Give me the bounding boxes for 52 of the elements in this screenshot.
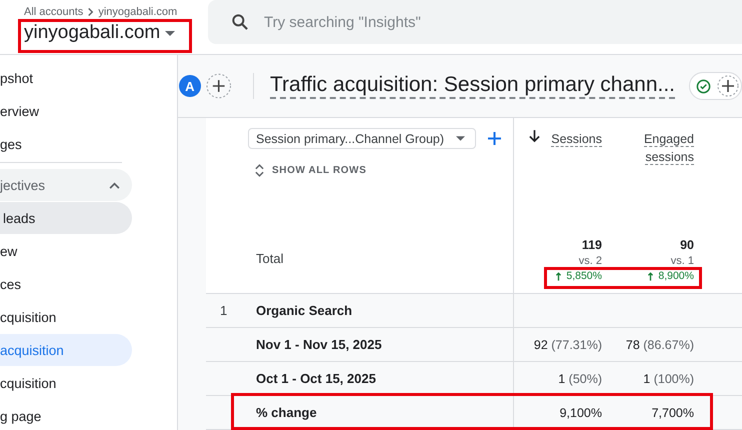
check-circle-icon xyxy=(696,78,712,94)
table-cell-text: 9,100% xyxy=(558,406,603,420)
arrow-up-icon xyxy=(556,272,562,280)
column-header[interactable]: Engaged sessions xyxy=(638,130,694,166)
row-index: 1 xyxy=(219,303,228,318)
nav-item[interactable]: cquisition xyxy=(0,301,132,333)
arrow-up-icon xyxy=(648,272,654,280)
search-icon xyxy=(230,12,250,32)
table-cell-text: 78 (86.67%) xyxy=(624,338,695,352)
status-pill[interactable] xyxy=(689,72,742,100)
report-title[interactable]: Traffic acquisition: Session primary chann... xyxy=(270,73,676,99)
nav-item[interactable]: leads xyxy=(0,202,132,234)
total-value: 119 xyxy=(582,238,602,252)
avatar[interactable]: A xyxy=(179,75,201,97)
change-value: 8,900% xyxy=(658,270,694,282)
row-label: Oct 1 - Oct 15, 2025 xyxy=(256,362,514,395)
breadcrumb-link[interactable]: All accounts xyxy=(24,6,84,18)
comparison-value: vs. 2 xyxy=(578,255,602,267)
expand-icon xyxy=(255,164,264,177)
table-cell-text: 92 (77.31%) xyxy=(532,338,603,352)
nav-item[interactable]: ces xyxy=(0,268,132,300)
row-label: Nov 1 - Nov 15, 2025 xyxy=(256,328,514,361)
caret-icon xyxy=(456,136,465,141)
nav-item[interactable]: ges xyxy=(0,128,132,160)
table-cell-text: 1 (50%) xyxy=(557,372,603,386)
search-field[interactable]: Try searching "Insights" xyxy=(208,0,742,44)
add-comparison-icon[interactable] xyxy=(206,73,232,99)
nav-item[interactable]: g page xyxy=(0,400,132,430)
total-value: 90 xyxy=(680,238,694,252)
row-label: Organic Search xyxy=(256,294,514,327)
breadcrumb-link[interactable]: yinyogabali.com xyxy=(98,6,178,18)
add-icon xyxy=(717,75,740,97)
comparison-value: vs. 1 xyxy=(670,255,694,267)
dimension-dropdown[interactable]: Session primary...Channel Group) xyxy=(248,128,476,149)
row-label: % change xyxy=(256,396,514,429)
nav-item[interactable]: ew xyxy=(0,235,132,267)
nav-item[interactable]: cquisition xyxy=(0,367,132,399)
chevron-right-icon xyxy=(87,7,94,17)
account-name: yinyogabali.com xyxy=(24,22,160,44)
column-header[interactable]: Sessions xyxy=(546,130,602,148)
nav-item[interactable]: pshot xyxy=(0,62,132,94)
add-icon[interactable] xyxy=(488,132,501,145)
table-cell-text: 7,700% xyxy=(650,406,695,420)
nav-group-header[interactable]: jectives xyxy=(0,169,132,201)
show-all-rows-button[interactable]: SHOW ALL ROWS xyxy=(255,164,513,177)
nav-item[interactable]: erview xyxy=(0,95,132,127)
total-label: Total xyxy=(256,251,284,266)
nav-item[interactable]: acquisition xyxy=(0,334,132,366)
caret-icon xyxy=(165,30,176,36)
table-cell-text: 1 (100%) xyxy=(642,372,695,386)
change-value: 5,850% xyxy=(566,270,602,282)
sort-down-icon[interactable] xyxy=(529,130,540,143)
